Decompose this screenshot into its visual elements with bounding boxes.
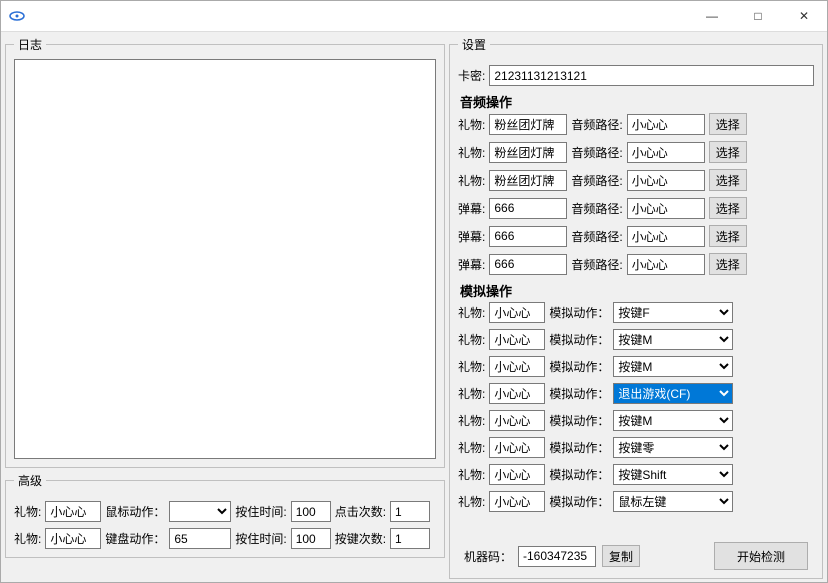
gift-input[interactable] — [45, 501, 101, 522]
sim-action-select[interactable]: 退出游戏(CF) — [613, 383, 733, 404]
click-count-label: 点击次数: — [335, 503, 386, 520]
sim-action-label: 模拟动作： — [549, 304, 609, 321]
close-button[interactable]: ✕ — [781, 1, 827, 31]
maximize-button[interactable]: □ — [735, 1, 781, 31]
sim-action-select[interactable]: 按键Shift — [613, 464, 733, 485]
gift-label: 礼物: — [458, 439, 485, 456]
sim-gift-input[interactable] — [489, 410, 545, 431]
sim-action-label: 模拟动作： — [549, 439, 609, 456]
danmu-label: 弹幕: — [458, 200, 485, 217]
app-icon — [9, 8, 25, 24]
sim-gift-input[interactable] — [489, 329, 545, 350]
sim-gift-input[interactable] — [489, 302, 545, 323]
sim-gift-input[interactable] — [489, 464, 545, 485]
gift-label: 礼物: — [458, 358, 485, 375]
sim-gift-input[interactable] — [489, 491, 545, 512]
hold-time-label: 按住时间: — [235, 503, 286, 520]
sim-action-label: 模拟动作： — [549, 493, 609, 510]
danmu-label: 弹幕: — [458, 228, 485, 245]
press-count-label: 按键次数: — [335, 530, 386, 547]
select-button[interactable]: 选择 — [709, 141, 747, 163]
audio-path-label: 音频路径: — [571, 228, 622, 245]
sim-action-label: 模拟动作： — [549, 331, 609, 348]
sim-section-title: 模拟操作 — [460, 281, 814, 300]
sim-action-label: 模拟动作： — [549, 412, 609, 429]
danmu-name-input[interactable] — [489, 198, 567, 219]
gift-name-input[interactable] — [489, 142, 567, 163]
gift-label: 礼物: — [14, 503, 41, 520]
audio-path-label: 音频路径: — [571, 200, 622, 217]
select-button[interactable]: 选择 — [709, 113, 747, 135]
gift-name-input[interactable] — [489, 114, 567, 135]
audio-section-title: 音频操作 — [460, 92, 814, 111]
gift-label: 礼物: — [458, 172, 485, 189]
danmu-name-input[interactable] — [489, 226, 567, 247]
mouse-action-label: 鼠标动作： — [105, 503, 165, 520]
minimize-button[interactable]: — — [689, 1, 735, 31]
sim-action-select[interactable]: 按键M — [613, 356, 733, 377]
audio-path-label: 音频路径: — [571, 144, 622, 161]
machine-input[interactable] — [518, 546, 596, 567]
select-button[interactable]: 选择 — [709, 225, 747, 247]
sim-action-select[interactable]: 按键零 — [613, 437, 733, 458]
gift-name-input[interactable] — [489, 170, 567, 191]
mouse-action-select[interactable] — [169, 501, 231, 522]
audio-path-input[interactable] — [627, 198, 705, 219]
gift-label: 礼物: — [458, 331, 485, 348]
sim-action-label: 模拟动作： — [549, 358, 609, 375]
sim-gift-input[interactable] — [489, 437, 545, 458]
gift-label: 礼物: — [458, 304, 485, 321]
sim-action-select[interactable]: 按键M — [613, 410, 733, 431]
sim-action-label: 模拟动作： — [549, 385, 609, 402]
log-legend: 日志 — [14, 36, 46, 53]
settings-fieldset: 设置 卡密: 音频操作 礼物:音频路径:选择礼物:音频路径:选择礼物:音频路径:… — [449, 36, 823, 579]
gift-label: 礼物: — [458, 116, 485, 133]
gift-label: 礼物: — [458, 466, 485, 483]
gift-input[interactable] — [45, 528, 101, 549]
hold-time-input[interactable] — [291, 528, 331, 549]
keyboard-action-label: 键盘动作： — [105, 530, 165, 547]
sim-gift-input[interactable] — [489, 356, 545, 377]
audio-path-input[interactable] — [627, 254, 705, 275]
audio-path-label: 音频路径: — [571, 256, 622, 273]
click-count-input[interactable] — [390, 501, 430, 522]
titlebar: — □ ✕ — [1, 1, 827, 32]
copy-button[interactable]: 复制 — [602, 545, 640, 567]
sim-action-select[interactable]: 按键M — [613, 329, 733, 350]
log-textarea[interactable] — [14, 59, 436, 459]
log-fieldset: 日志 — [5, 36, 445, 468]
hold-time-label: 按住时间: — [235, 530, 286, 547]
danmu-name-input[interactable] — [489, 254, 567, 275]
select-button[interactable]: 选择 — [709, 197, 747, 219]
danmu-label: 弹幕: — [458, 256, 485, 273]
audio-path-input[interactable] — [627, 142, 705, 163]
sim-gift-input[interactable] — [489, 383, 545, 404]
card-label: 卡密: — [458, 67, 485, 84]
audio-path-label: 音频路径: — [571, 172, 622, 189]
advanced-legend: 高级 — [14, 472, 46, 489]
advanced-fieldset: 高级 礼物: 鼠标动作： 按住时间: 点击次数: 礼物: 键盘动作： 按住 — [5, 472, 445, 558]
card-input[interactable] — [489, 65, 814, 86]
select-button[interactable]: 选择 — [709, 169, 747, 191]
hold-time-input[interactable] — [291, 501, 331, 522]
gift-label: 礼物: — [458, 412, 485, 429]
press-count-input[interactable] — [390, 528, 430, 549]
audio-path-input[interactable] — [627, 170, 705, 191]
gift-label: 礼物: — [458, 144, 485, 161]
audio-path-input[interactable] — [627, 226, 705, 247]
machine-label: 机器码： — [464, 548, 512, 565]
settings-legend: 设置 — [458, 36, 490, 53]
audio-path-label: 音频路径: — [571, 116, 622, 133]
keyboard-action-input[interactable] — [169, 528, 231, 549]
sim-action-select[interactable]: 鼠标左键 — [613, 491, 733, 512]
app-window: — □ ✕ 日志 高级 礼物: 鼠标动作： 按住时间: 点击次数: — [0, 0, 828, 583]
start-button[interactable]: 开始检测 — [714, 542, 808, 570]
audio-path-input[interactable] — [627, 114, 705, 135]
sim-action-select[interactable]: 按键F — [613, 302, 733, 323]
sim-action-label: 模拟动作： — [549, 466, 609, 483]
gift-label: 礼物: — [14, 530, 41, 547]
gift-label: 礼物: — [458, 493, 485, 510]
select-button[interactable]: 选择 — [709, 253, 747, 275]
gift-label: 礼物: — [458, 385, 485, 402]
